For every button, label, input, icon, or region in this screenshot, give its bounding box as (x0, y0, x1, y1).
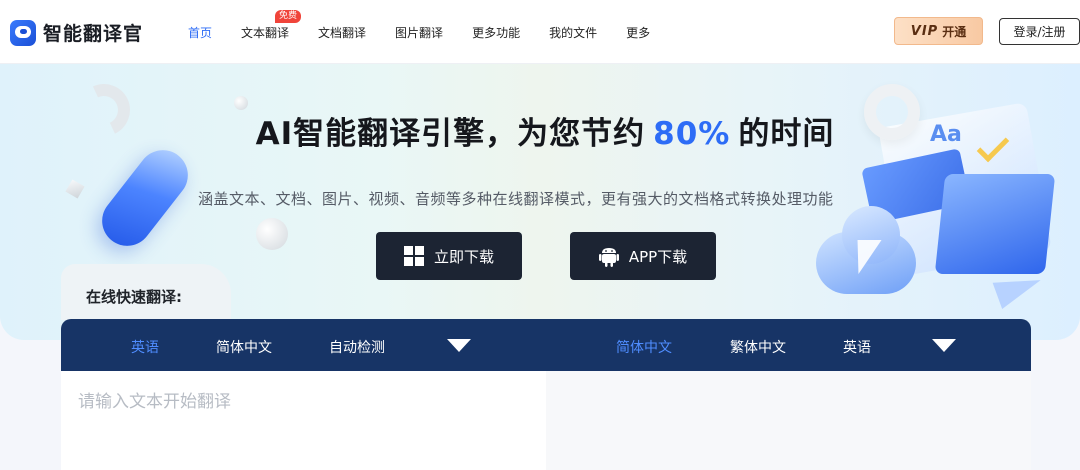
main-nav: 首页 文本翻译 免费 文档翻译 图片翻译 更多功能 我的文件 更多 (188, 10, 679, 41)
vip-label: 开通 (942, 24, 967, 39)
top-header: 智能翻译官 首页 文本翻译 免费 文档翻译 图片翻译 更多功能 我的文件 更多 … (0, 0, 1080, 64)
vip-open-button[interactable]: VIP 开通 (894, 17, 983, 45)
source-lang-dropdown-icon[interactable] (447, 339, 471, 352)
hero-title-prefix: AI智能翻译引擎，为您节约 (255, 116, 646, 152)
nav-item-text-translate[interactable]: 文本翻译 免费 (241, 10, 302, 41)
source-text-panel (61, 371, 546, 470)
source-lang-english[interactable]: 英语 (131, 337, 159, 357)
translation-illustration: Aa (800, 64, 1080, 340)
source-lang-simplified-chinese[interactable]: 简体中文 (216, 337, 272, 357)
quick-translate-label: 在线快速翻译: (86, 288, 182, 306)
download-app-label: APP下载 (628, 247, 688, 266)
target-lang-english[interactable]: 英语 (843, 337, 871, 357)
nav-item-doc-translate[interactable]: 文档翻译 (318, 24, 366, 41)
vip-mark: VIP (910, 23, 939, 39)
free-badge: 免费 (275, 10, 302, 23)
login-register-button[interactable]: 登录/注册 (999, 18, 1080, 45)
download-windows-button[interactable]: 立即下载 (376, 232, 522, 280)
translation-output-panel (546, 371, 1031, 470)
hero-title: AI智能翻译引擎，为您节约 80% 的时间 (0, 108, 1080, 153)
source-lang-auto-detect[interactable]: 自动检测 (329, 337, 385, 357)
target-lang-dropdown-icon[interactable] (932, 339, 956, 352)
target-lang-simplified-chinese[interactable]: 简体中文 (616, 337, 672, 357)
hero-title-highlight: 80% (653, 116, 731, 152)
language-bar: 英语 简体中文 自动检测 简体中文 繁体中文 英语 (61, 319, 1031, 371)
windows-icon (403, 246, 424, 266)
nav-item-more[interactable]: 更多 (626, 24, 650, 41)
android-icon (598, 248, 619, 267)
blue-capsule-decoration-icon (92, 140, 198, 256)
cube-decoration-icon (65, 179, 85, 199)
nav-item-my-files[interactable]: 我的文件 (549, 24, 597, 41)
download-app-button[interactable]: APP下载 (570, 232, 716, 280)
nav-item-label: 文本翻译 (241, 26, 290, 40)
hero-title-suffix: 的时间 (738, 116, 835, 152)
target-lang-traditional-chinese[interactable]: 繁体中文 (730, 337, 786, 357)
nav-item-more-features[interactable]: 更多功能 (472, 24, 520, 41)
page: 智能翻译官 首页 文本翻译 免费 文档翻译 图片翻译 更多功能 我的文件 更多 … (0, 0, 1080, 470)
nav-item-image-translate[interactable]: 图片翻译 (395, 24, 443, 41)
nav-item-home[interactable]: 首页 (188, 24, 212, 41)
source-text-input[interactable] (61, 371, 546, 470)
download-windows-label: 立即下载 (433, 247, 494, 266)
hero-subtitle: 涵盖文本、文档、图片、视频、音频等多种在线翻译模式，更有强大的文档格式转换处理功… (198, 190, 834, 208)
logo-text: 智能翻译官 (43, 23, 144, 45)
sphere-decoration-icon (256, 218, 288, 250)
logo[interactable]: 智能翻译官 (10, 19, 143, 46)
logo-icon (10, 19, 36, 46)
folder-illustration-icon (934, 174, 1056, 274)
